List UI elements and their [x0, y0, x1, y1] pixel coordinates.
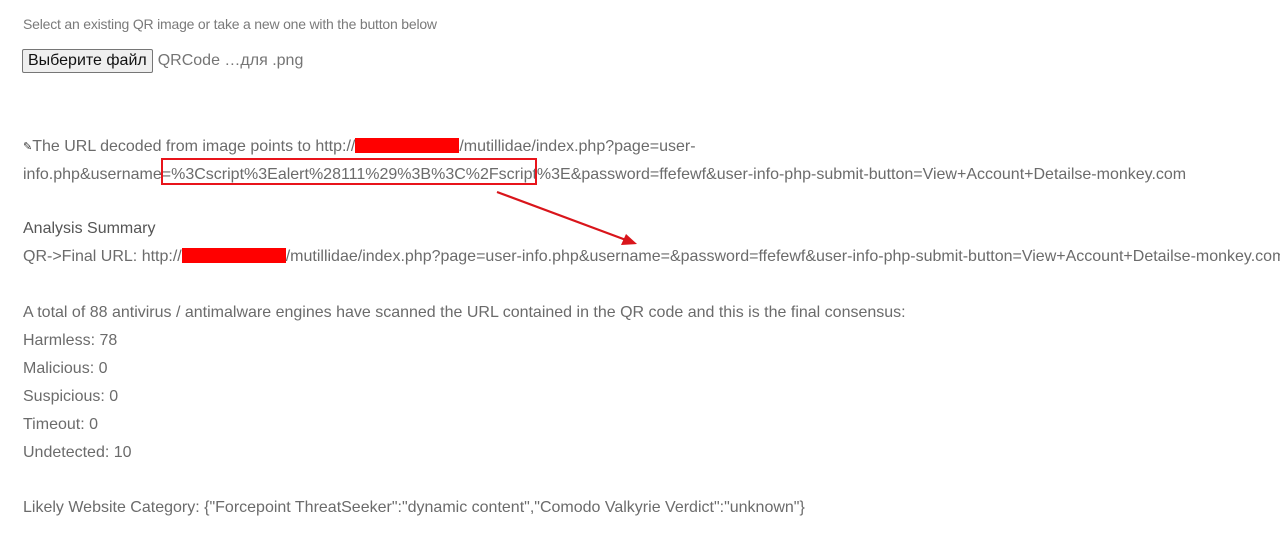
decoded-url-line2-end: &password=ffefewf&user-info-php-submit-b… [570, 166, 1187, 183]
decoded-url-path: /mutillidae/index.php?page=user- [459, 138, 696, 155]
instructions-text: Select an existing QR image or take a ne… [23, 16, 437, 32]
final-url-line: QR->Final URL: http:// /mutillidae/index.… [23, 243, 1280, 271]
scan-intro: A total of 88 antivirus / antimalware en… [23, 304, 906, 321]
decoded-url-prefix: The URL decoded from image points to htt… [32, 138, 356, 155]
decoded-url-line2-start: info.php&username= [23, 166, 172, 183]
website-category: Likely Website Category: {"Forcepoint Th… [23, 499, 805, 516]
analysis-summary-title: Analysis Summary [23, 220, 156, 237]
final-url-prefix: QR->Final URL: http:// [23, 248, 182, 265]
selected-file-name: QRCode …для .png [157, 52, 304, 69]
redaction-mark [181, 248, 286, 263]
timeout-count: Timeout: 0 [23, 416, 98, 433]
file-input[interactable]: Выберите файл QRCode …для .png [22, 49, 303, 73]
final-url-rest: /mutillidae/index.php?page=user-info.php… [285, 248, 1280, 265]
analysis-summary: Analysis Summary QR->Final URL: http:// /… [23, 215, 1280, 271]
scan-results: A total of 88 antivirus / antimalware en… [23, 299, 906, 467]
harmless-count: Harmless: 78 [23, 332, 118, 349]
pencil-icon: ✎ [23, 141, 33, 153]
choose-file-button[interactable]: Выберите файл [22, 49, 153, 73]
suspicious-count: Suspicious: 0 [23, 388, 119, 405]
redaction-mark [355, 138, 460, 153]
malicious-count: Malicious: 0 [23, 360, 108, 377]
decoded-url-line-1: ✎The URL decoded from image points to ht… [23, 133, 1263, 161]
payload-highlight-box [161, 158, 537, 185]
undetected-count: Undetected: 10 [23, 444, 132, 461]
